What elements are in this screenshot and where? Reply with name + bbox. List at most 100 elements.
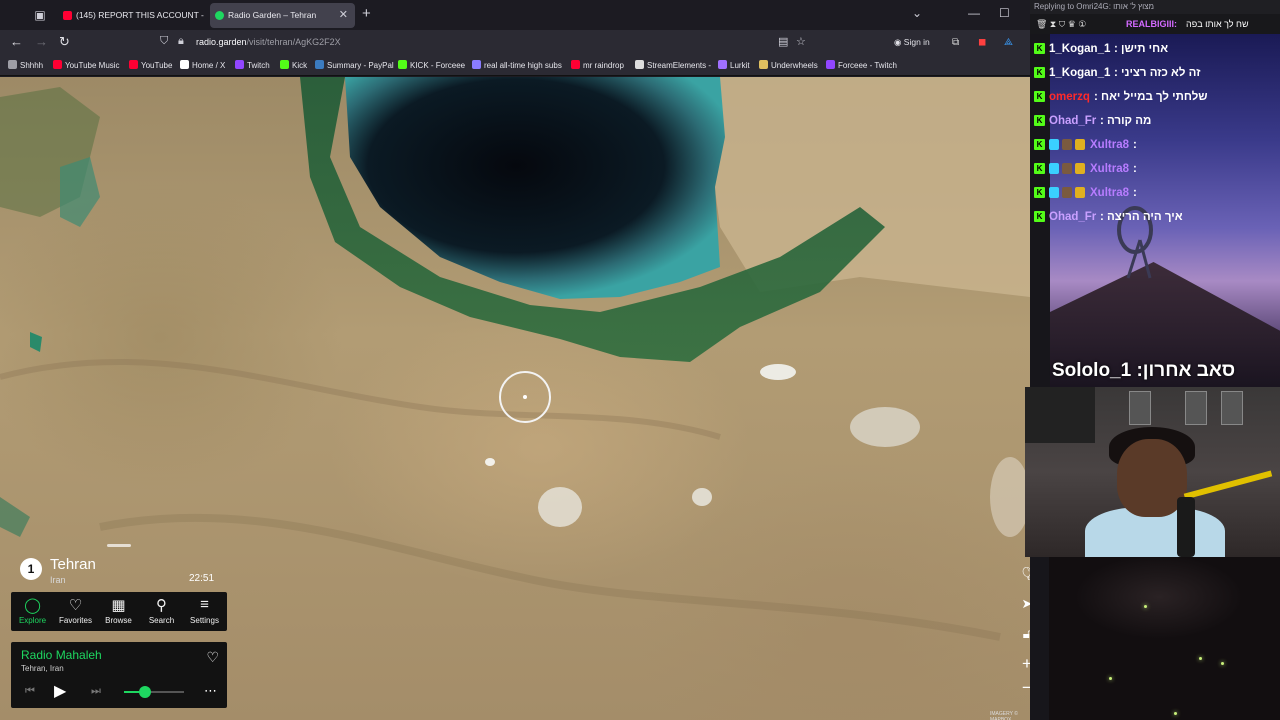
previous-icon[interactable]: ⏮ (25, 685, 35, 698)
bookmark-streamelements[interactable]: StreamElements - (635, 60, 711, 70)
nav-browse[interactable]: ▦ Browse (97, 592, 140, 631)
nav-label: Settings (190, 616, 219, 625)
kick-icon (398, 60, 407, 69)
twitch-icon (235, 60, 244, 69)
unlock-icon[interactable]: 🔓︎ (1017, 624, 1030, 644)
address-bar[interactable]: ⛉ 🔒︎ radio.garden/visit/tehran/AgKG2F2X … (152, 33, 812, 54)
tab-overflow-icon[interactable]: ⌄ (912, 6, 922, 20)
station-name[interactable]: Radio Mahaleh (21, 648, 102, 662)
bookmark-mr-raindrop[interactable]: mr raindrop (571, 60, 624, 70)
locate-me-icon[interactable]: ➤ (1017, 594, 1030, 614)
map-attribution: IMAGERY © MAPBOX (990, 711, 1018, 720)
firefly (1174, 712, 1177, 715)
forward-icon[interactable]: → (35, 34, 48, 49)
bookmark-label: StreamElements - (647, 61, 712, 70)
lock-icon[interactable]: 🔒︎ (178, 35, 184, 48)
more-options-icon[interactable]: ⋯ (204, 683, 217, 699)
bookmark-youtube[interactable]: YouTube (129, 60, 172, 70)
shield-icon[interactable]: ⛉ (160, 35, 168, 48)
kick-icon: K (1034, 211, 1045, 222)
chat-username[interactable]: Xultra8 (1090, 135, 1129, 155)
chat-username[interactable]: Xultra8 (1090, 183, 1129, 203)
chat-message: K Ohad_Fr: מה קורה (1034, 111, 1280, 131)
tab-radio-garden[interactable]: Radio Garden – Tehran ✕ (210, 3, 355, 28)
bookmark-lurkit[interactable]: Lurkit (718, 60, 750, 70)
station-locator-ring[interactable] (499, 371, 551, 423)
chart-icon (472, 60, 481, 69)
last-subscriber-label: Sololo_1 :סאב אחרון (1052, 360, 1236, 381)
panel-drag-handle[interactable] (107, 544, 131, 547)
firefly-scene (1049, 557, 1280, 720)
zoom-out-icon[interactable]: − (1017, 678, 1030, 698)
nav-explore[interactable]: ◯ Explore (11, 592, 54, 631)
nav-favorites[interactable]: ♡ Favorites (54, 592, 97, 631)
tab-list-icon[interactable]: ▣ (30, 6, 50, 24)
back-icon[interactable]: ← (10, 34, 23, 49)
chat-text: : (1133, 187, 1137, 199)
zoom-in-icon[interactable]: + (1017, 654, 1030, 674)
radio-garden-nav: ◯ Explore ♡ Favorites ▦ Browse ⚲ Search ≡ Setting… (11, 592, 227, 631)
bookmark-shhhh[interactable]: Shhhh (8, 60, 43, 70)
nav-search[interactable]: ⚲ Search (140, 592, 183, 631)
url-text[interactable]: radio.garden/visit/tehran/AgKG2F2X (196, 37, 341, 47)
minimize-icon[interactable]: — (968, 6, 980, 20)
local-time: 22:51 (189, 573, 215, 584)
chat-text: : איך היה הריצה (1100, 211, 1183, 223)
maximize-icon[interactable]: ☐ (999, 6, 1010, 20)
firefly (1221, 662, 1224, 665)
bookmark-kick-forceee[interactable]: KICK - Forceee (398, 60, 465, 70)
volume-slider[interactable] (124, 686, 184, 698)
favorite-heart-icon[interactable]: ♡ (206, 649, 219, 666)
chat-username[interactable]: Ohad_Fr (1049, 207, 1096, 227)
bookmark-twitch[interactable]: Twitch (235, 60, 270, 70)
city-header[interactable]: 1 Tehran Iran 22:51 (20, 556, 220, 590)
firefly (1109, 677, 1112, 680)
bookmark-real-all-time-high-subs[interactable]: real all-time high subs (472, 60, 562, 70)
chat-username[interactable]: Ohad_Fr (1049, 111, 1096, 131)
pinned-user: REALBIGIII: (1126, 19, 1177, 29)
next-icon[interactable]: ⏭ (91, 685, 101, 698)
chat-username[interactable]: omerzq (1049, 87, 1090, 107)
bookmark-home-x[interactable]: Home / X (180, 60, 225, 70)
balloon-icon[interactable]: 🎈︎ (1017, 564, 1030, 584)
firefly (1144, 605, 1147, 608)
chat-username[interactable]: 1_Kogan_1 (1049, 63, 1110, 83)
bookmark-label: Lurkit (730, 61, 750, 70)
chat-badge-icon (1062, 187, 1072, 198)
poster (1185, 391, 1207, 425)
satellite-map[interactable]: 1 Tehran Iran 22:51 ◯ Explore ♡ Favorites ▦ B… (0, 77, 1030, 720)
explore-icon: ◯ (24, 597, 41, 614)
close-tab-icon[interactable]: ✕ (339, 3, 348, 28)
bookmark-youtube-music[interactable]: YouTube Music (53, 60, 120, 70)
chat-username[interactable]: Xultra8 (1090, 159, 1129, 179)
bookmark-label: YouTube (141, 61, 173, 70)
new-tab-icon[interactable]: + (362, 5, 371, 22)
notification-extension-icon[interactable]: ◼ (978, 37, 986, 48)
nav-label: Browse (105, 616, 132, 625)
chat-message: K Xultra8: (1034, 135, 1280, 155)
reader-view-icon[interactable]: ▤ (778, 35, 788, 48)
bookmark-summary-paypal[interactable]: Summary - PayPal (315, 60, 394, 70)
kick-icon: K (1034, 91, 1045, 102)
extensions-icon[interactable]: ⧉ (952, 37, 959, 48)
reload-icon[interactable]: ↻ (59, 34, 70, 50)
sign-in-button[interactable]: ◉ Sign in (894, 37, 930, 48)
nav-label: Search (148, 616, 175, 625)
chat-message: K 1_Kogan_1: זה לא כזה רציני (1034, 63, 1280, 83)
nav-settings[interactable]: ≡ Settings (183, 592, 226, 631)
reply-banner: Replying to Omri24G: מצוץ ל' אותו (1030, 0, 1280, 14)
extension-icon[interactable]: ⟁ (1004, 37, 1013, 48)
bookmark-underwheels[interactable]: Underwheels (759, 60, 818, 70)
chat-username[interactable]: 1_Kogan_1 (1049, 39, 1110, 59)
bookmark-kick[interactable]: Kick (280, 60, 307, 70)
volume-knob[interactable] (139, 686, 151, 698)
station-location: Tehran, Iran (21, 664, 64, 673)
navigation-bar: ← → ↻ ⛉ 🔒︎ radio.garden/visit/tehran/AgK… (0, 30, 1030, 57)
tab-youtube[interactable]: (145) REPORT THIS ACCOUNT - (58, 3, 206, 28)
bookmark-forceee-twitch[interactable]: Forceee - Twitch (826, 60, 897, 70)
chat-badge-icon (1075, 187, 1085, 198)
bookmark-star-icon[interactable]: ☆ (796, 35, 806, 48)
tab-title: (145) REPORT THIS ACCOUNT - (76, 10, 204, 20)
tab-title: Radio Garden – Tehran (228, 10, 317, 20)
play-icon[interactable]: ▶ (54, 681, 66, 701)
